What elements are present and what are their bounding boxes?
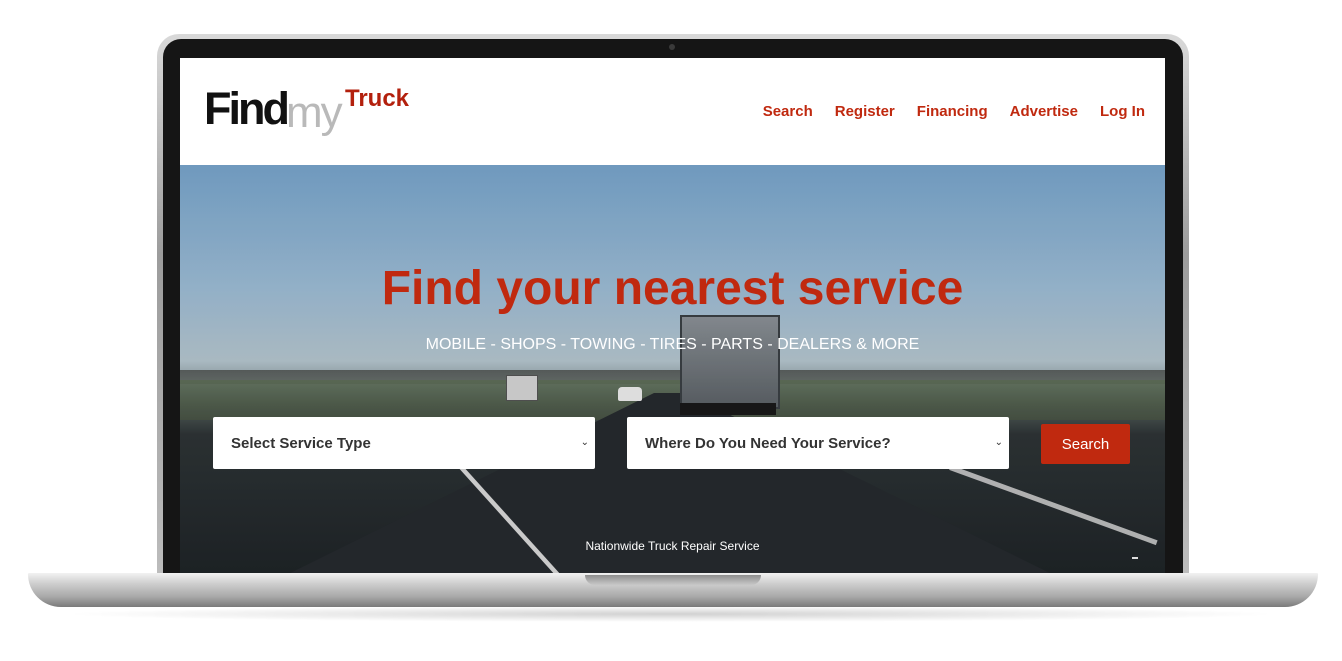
screen: Find my Truck Search Register Financing … — [180, 58, 1165, 573]
nav-financing[interactable]: Financing — [917, 102, 988, 122]
service-type-select[interactable]: Select Service Type ⌄ — [213, 417, 595, 469]
chevron-down-icon: ⌄ — [580, 437, 589, 448]
search-button[interactable]: Search — [1041, 424, 1130, 464]
main-nav: Search Register Financing Advertise Log … — [763, 102, 1145, 122]
location-select[interactable]: Where Do You Need Your Service? ⌄ — [627, 417, 1009, 469]
service-type-label: Select Service Type — [231, 434, 371, 452]
laptop-notch — [585, 575, 761, 585]
nav-search[interactable]: Search — [763, 102, 813, 122]
hero: Find your nearest service MOBILE - SHOPS… — [180, 165, 1165, 573]
hero-dash — [1132, 557, 1138, 559]
logo-truck: Truck — [345, 85, 410, 112]
hero-title: Find your nearest service — [381, 262, 964, 315]
logo-find: Find — [204, 83, 290, 134]
laptop-shadow — [60, 606, 1282, 622]
camera-icon — [669, 44, 675, 50]
logo-my: my — [286, 88, 343, 137]
hero-overlay — [180, 165, 1165, 573]
chevron-down-icon: ⌄ — [994, 437, 1003, 448]
nav-register[interactable]: Register — [835, 102, 895, 122]
nav-log-in[interactable]: Log In — [1100, 102, 1145, 122]
hero-subtitle: MOBILE - SHOPS - TOWING - TIRES - PARTS … — [425, 336, 920, 353]
nav-advertise[interactable]: Advertise — [1010, 102, 1078, 122]
hero-footer-note: Nationwide Truck Repair Service — [585, 539, 760, 553]
location-label: Where Do You Need Your Service? — [645, 434, 891, 452]
site-header: Find my Truck Search Register Financing … — [180, 58, 1165, 165]
